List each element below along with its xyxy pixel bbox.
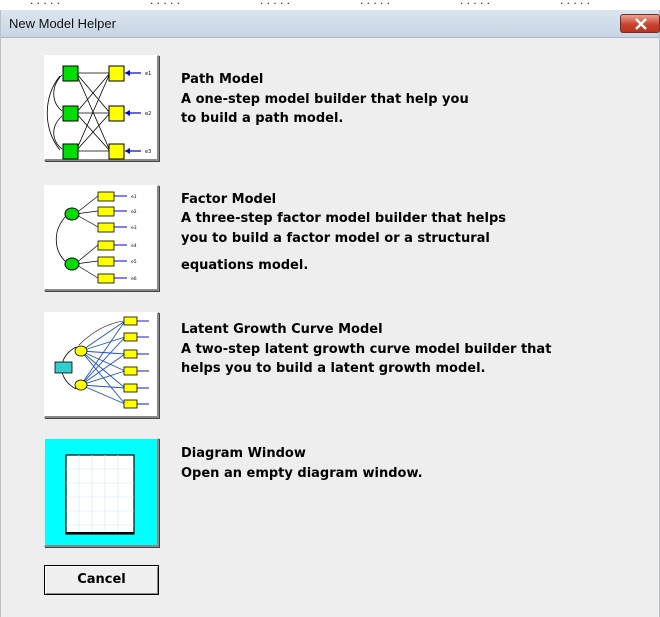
svg-text:e3: e3: [131, 225, 137, 231]
factor-model-desc-line2: you to build a factor model or a structu…: [181, 231, 490, 246]
latent-growth-thumbnail: [54, 316, 149, 409]
path-model-desc-line2: to build a path model.: [181, 111, 344, 126]
close-icon: [635, 18, 647, 30]
svg-text:e1: e1: [131, 194, 137, 200]
svg-text:e3: e3: [145, 149, 151, 155]
factor-model-title: Factor Model: [181, 192, 277, 207]
path-model-desc-line1: A one-step model builder that help you: [181, 92, 469, 107]
svg-text:e2: e2: [145, 111, 151, 117]
empty-diagram-thumbnail: [65, 454, 135, 535]
svg-text:e5: e5: [131, 259, 137, 265]
diagram-window-title: Diagram Window: [181, 446, 306, 461]
window-title: New Model Helper: [9, 16, 116, 31]
path-model-thumbnail: e1 e2 e3: [46, 65, 151, 160]
new-model-helper-dialog: New Model Helper e1 e2 e3 Path Model A o…: [0, 10, 660, 617]
svg-text:e6: e6: [131, 276, 137, 282]
latent-growth-title: Latent Growth Curve Model: [181, 322, 383, 337]
path-model-button[interactable]: e1 e2 e3: [44, 55, 159, 161]
title-bar: New Model Helper: [1, 10, 660, 38]
background-window-strip: . . . . .. . . . . . . . . .. . . . . . …: [0, 0, 660, 10]
latent-growth-desc-line1: A two-step latent growth curve model bui…: [181, 342, 552, 357]
diagram-window-desc-line1: Open an empty diagram window.: [181, 466, 423, 481]
svg-text:e1: e1: [145, 71, 151, 77]
factor-model-button[interactable]: e1 e2 e3 e4 e5 e6: [44, 185, 159, 291]
factor-model-desc-line3: equations model.: [181, 258, 309, 273]
latent-growth-model-button[interactable]: [44, 312, 159, 418]
diagram-window-button[interactable]: [44, 438, 159, 547]
cancel-button[interactable]: Cancel: [44, 565, 159, 595]
latent-growth-desc-line2: helps you to build a latent growth model…: [181, 361, 486, 376]
path-model-title: Path Model: [181, 72, 264, 87]
svg-text:e4: e4: [131, 243, 137, 249]
close-button[interactable]: [620, 14, 660, 33]
svg-text:e2: e2: [131, 209, 137, 215]
factor-model-desc-line1: A three-step factor model builder that h…: [181, 211, 506, 226]
factor-model-thumbnail: e1 e2 e3 e4 e5 e6: [55, 191, 137, 284]
